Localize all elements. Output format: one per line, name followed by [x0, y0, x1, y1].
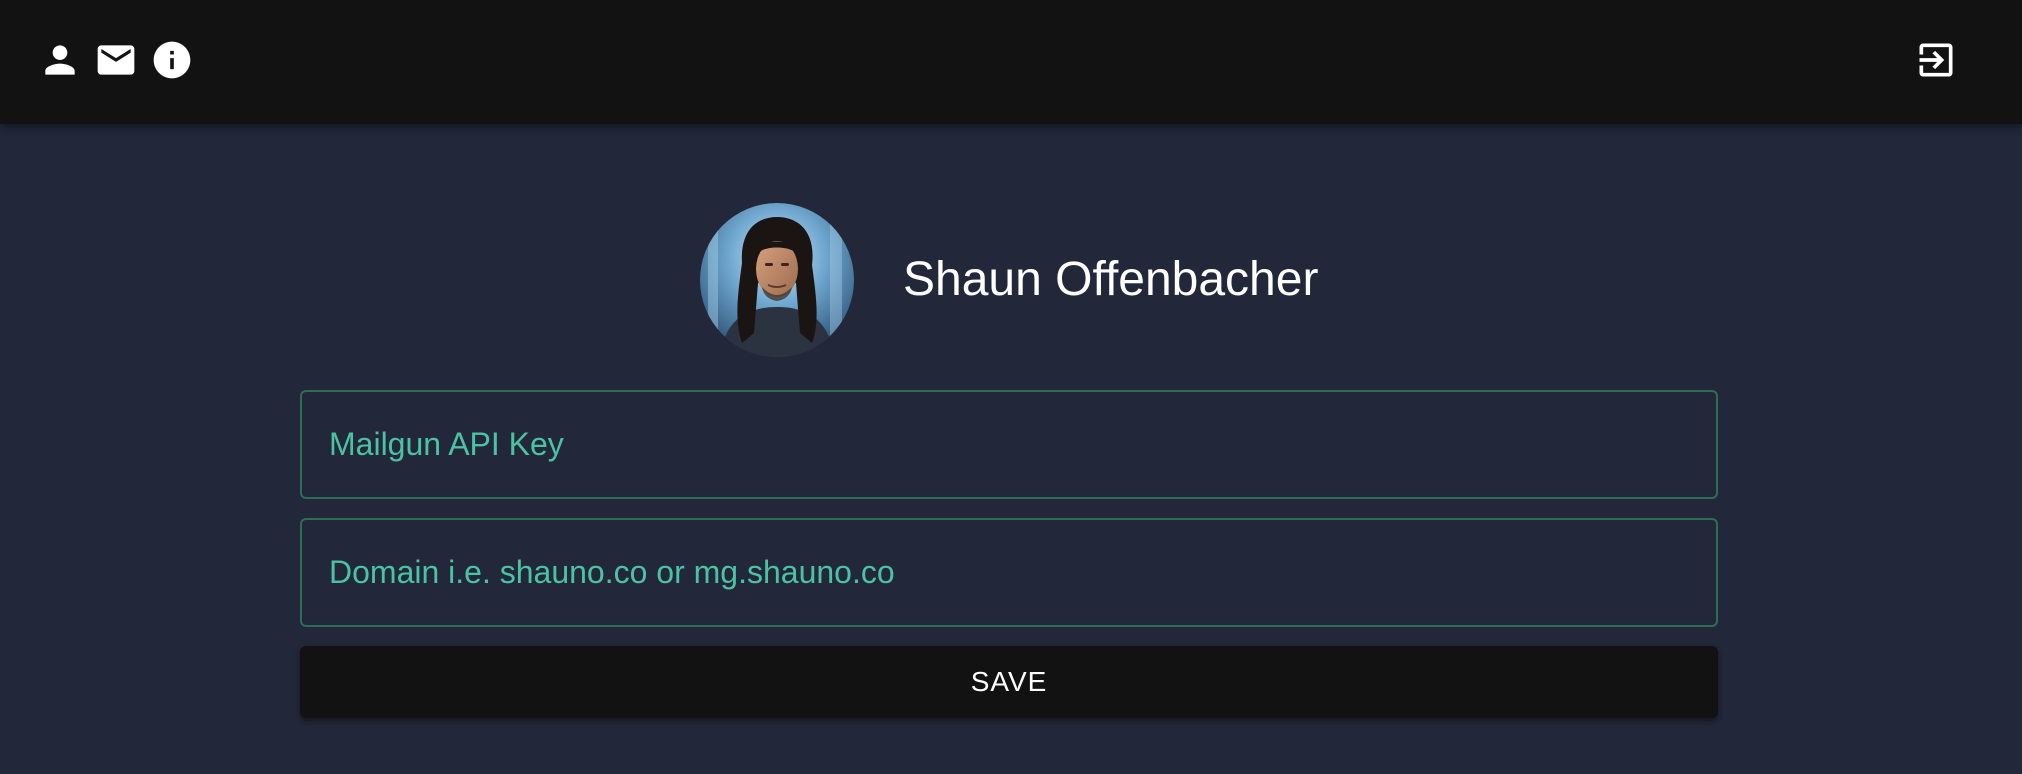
profile-button[interactable]: [36, 36, 84, 84]
mailgun-api-key-input[interactable]: [302, 392, 1716, 497]
email-icon: [97, 45, 135, 75]
logout-icon: [1919, 43, 1953, 77]
profile-header: Shaun Offenbacher: [700, 203, 1318, 357]
mail-button[interactable]: [92, 36, 140, 84]
save-button[interactable]: SAVE: [300, 646, 1718, 718]
top-toolbar: [0, 0, 2022, 124]
info-button[interactable]: [148, 36, 196, 84]
domain-input[interactable]: [302, 520, 1716, 625]
domain-field[interactable]: [300, 518, 1718, 627]
info-icon: [153, 41, 191, 79]
mailgun-api-key-field[interactable]: [300, 390, 1718, 499]
profile-name: Shaun Offenbacher: [903, 253, 1319, 306]
logout-button[interactable]: [1912, 36, 1960, 84]
avatar-portrait: [700, 203, 854, 357]
avatar: [700, 203, 854, 357]
person-icon: [45, 45, 75, 75]
